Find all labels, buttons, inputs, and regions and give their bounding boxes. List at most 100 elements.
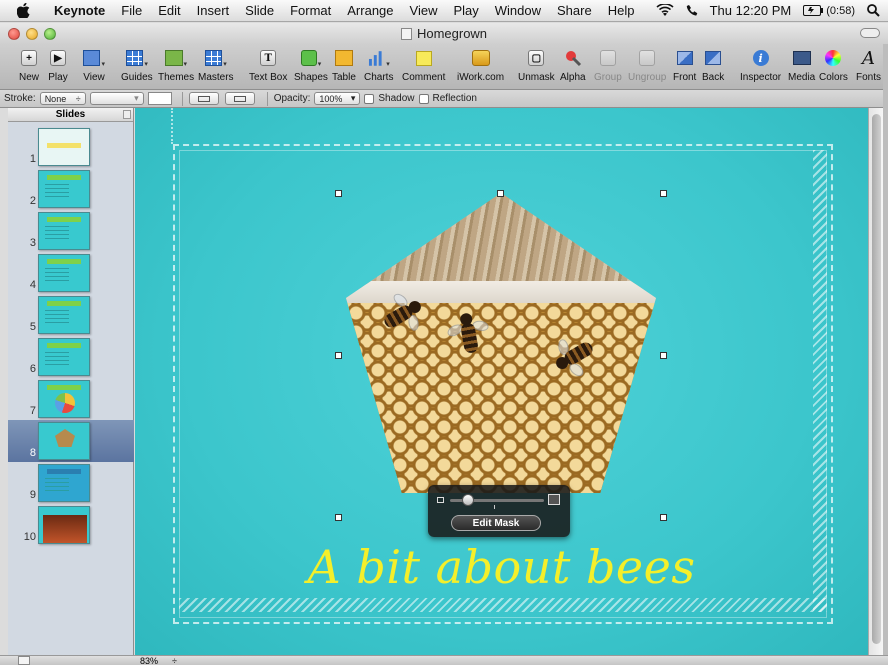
spotlight-icon[interactable] [867,4,880,17]
clock[interactable]: Thu 12:20 PM [710,3,792,18]
comment-label: Comment [402,72,446,83]
toolbar-toggle-button[interactable] [860,28,880,38]
navigator-menu-button[interactable] [123,110,131,119]
slide-thumbnail[interactable]: 3 [8,210,134,252]
view-button[interactable]: ▾ View [83,48,105,83]
play-button[interactable]: ▶ Play [47,48,69,83]
group-button[interactable]: Group [594,48,622,83]
text-box-button[interactable]: T Text Box [249,48,287,83]
menu-share[interactable]: Share [549,3,600,18]
apple-menu[interactable] [0,3,46,18]
media-button[interactable]: Media [788,48,815,83]
menu-help[interactable]: Help [600,3,643,18]
alignment-button[interactable] [224,92,255,105]
slide-preview [38,254,90,292]
menu-keynote[interactable]: Keynote [46,3,113,18]
zoom-window-button[interactable] [44,27,56,40]
window-edge [883,44,888,665]
ungroup-icon [639,50,656,66]
line-style-select[interactable]: ▾ [89,92,144,105]
slide-thumbnail[interactable]: 7 [8,378,134,420]
menu-format[interactable]: Format [282,3,339,18]
slide-preview [38,170,90,208]
window-title-bar: Homegrown [0,23,888,44]
scrollbar-thumb[interactable] [872,114,881,644]
slide-thumbnail[interactable]: 9 [8,462,134,504]
alpha-button[interactable]: Alpha [560,48,586,83]
resize-handle[interactable] [660,190,667,197]
view-options-button[interactable] [18,656,30,665]
media-icon [792,51,811,65]
close-window-button[interactable] [8,27,20,40]
menu-window[interactable]: Window [487,3,549,18]
menu-file[interactable]: File [113,3,150,18]
new-slide-button[interactable]: + New [18,48,40,83]
ungroup-button[interactable]: Ungroup [628,48,666,83]
menu-edit[interactable]: Edit [150,3,188,18]
slide-thumbnail[interactable]: 5 [8,294,134,336]
slide-thumbnail-selected[interactable]: 8 [8,420,134,462]
slide-preview [38,212,90,250]
guides-button[interactable]: ▾ Guides [121,48,153,83]
navigator-title: Slides [55,109,86,120]
unmask-button[interactable]: ▢ Unmask [518,48,555,83]
menu-arrange[interactable]: Arrange [339,3,401,18]
resize-handle[interactable] [335,352,342,359]
reflection-checkbox[interactable] [418,93,429,104]
alignment-icon [233,95,246,102]
comment-button[interactable]: Comment [402,48,445,83]
slide-thumbnail[interactable]: 6 [8,336,134,378]
document-icon [400,27,412,40]
shadow-checkbox[interactable] [364,93,375,104]
battery-status[interactable]: (0:58) [803,5,855,17]
slide-thumbnail[interactable]: 2 [8,168,134,210]
menu-insert[interactable]: Insert [189,3,238,18]
wrap-icon [197,95,210,102]
menu-slide[interactable]: Slide [237,3,282,18]
table-button[interactable]: Table [332,48,356,83]
media-label: Media [788,72,816,83]
plus-icon: + [21,50,37,66]
slide-thumbnail[interactable]: 10 [8,504,134,546]
edit-mask-button[interactable]: Edit Mask [451,515,541,531]
charts-button[interactable]: ▾ Charts [364,48,393,83]
resize-handle[interactable] [335,190,342,197]
slider-knob[interactable] [462,494,474,506]
back-button[interactable]: Back [702,48,724,83]
resize-handle[interactable] [660,514,667,521]
guides-icon [125,50,144,66]
slide-thumbnail[interactable]: 1 [8,126,134,168]
inspector-button[interactable]: i Inspector [740,48,781,83]
slide-thumbnail[interactable]: 4 [8,252,134,294]
menu-play[interactable]: Play [445,3,486,18]
minimize-window-button[interactable] [26,27,38,40]
slide-number: 5 [29,321,36,333]
fonts-button[interactable]: A Fonts [856,48,881,84]
opacity-label: Opacity: [273,93,311,104]
shapes-button[interactable]: ▾ Shapes [294,48,328,83]
opacity-select[interactable]: 100% ▾ [314,92,361,105]
slide-title[interactable]: A bit about bees [135,540,868,594]
front-button[interactable]: Front [673,48,696,83]
wifi-icon[interactable] [656,4,674,17]
colors-button[interactable]: Colors [819,48,848,83]
wrap-button[interactable] [188,92,219,105]
resize-handle[interactable] [335,514,342,521]
view-label: View [83,72,105,83]
stroke-select[interactable]: None ÷ [39,92,86,105]
menu-view[interactable]: View [402,3,446,18]
themes-icon [165,50,183,66]
resize-handle[interactable] [660,352,667,359]
window-title: Homegrown [416,26,488,41]
slider-tick [494,505,495,509]
stroke-color-well[interactable] [147,92,172,105]
vertical-scrollbar[interactable] [868,108,883,655]
phone-icon[interactable] [686,4,698,17]
resize-handle[interactable] [497,190,504,197]
status-bar: 83% ÷ [0,655,888,665]
masters-button[interactable]: ▾ Masters [198,48,234,83]
front-label: Front [673,72,697,83]
zoom-control[interactable]: 83% ÷ [140,656,177,665]
themes-button[interactable]: ▾ Themes [158,48,194,83]
iwork-button[interactable]: iWork.com [457,48,504,83]
